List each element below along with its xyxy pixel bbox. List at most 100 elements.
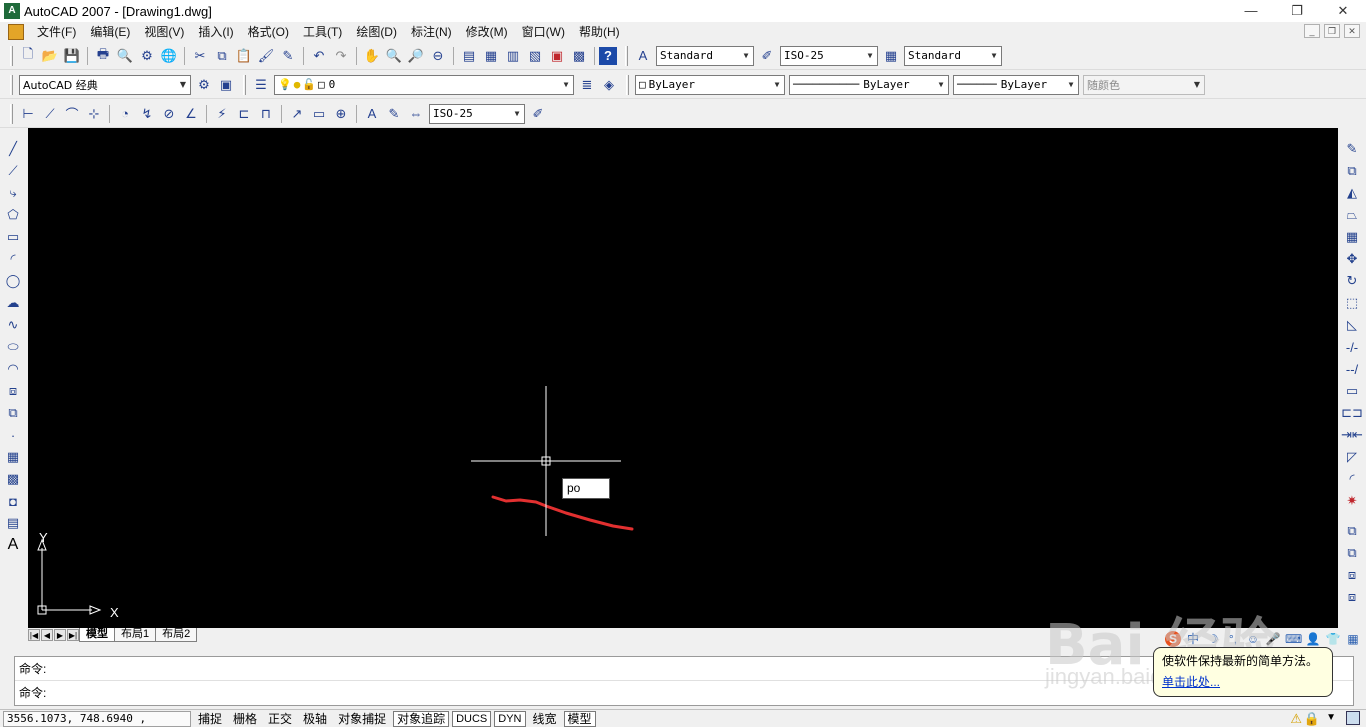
markup-icon[interactable]: ▣ — [546, 45, 568, 67]
dim-style-manager-icon[interactable]: ✐ — [527, 103, 549, 125]
dynamic-input-box[interactable]: po — [562, 478, 610, 499]
arc-length-icon[interactable]: ⌒ — [61, 103, 83, 125]
doc-close-button[interactable]: ✕ — [1344, 24, 1360, 38]
menu-draw[interactable]: 绘图(D) — [349, 22, 404, 42]
drawing-area[interactable]: X Y po — [28, 128, 1338, 628]
doc-minimize-button[interactable]: _ — [1304, 24, 1320, 38]
minimize-button[interactable]: — — [1228, 0, 1274, 22]
radius-dim-icon[interactable]: ◔ — [114, 103, 136, 125]
array-icon[interactable]: ▦ — [1341, 226, 1363, 248]
polygon-icon[interactable]: ⬠ — [2, 204, 24, 226]
last-tab-icon[interactable]: ▶| — [67, 629, 79, 641]
plot-preview-icon[interactable]: 🔍 — [114, 45, 136, 67]
properties-icon[interactable]: ▤ — [458, 45, 480, 67]
menu-format[interactable]: 格式(O) — [241, 22, 296, 42]
undo-icon[interactable]: ↶ — [308, 45, 330, 67]
zoom-previous-icon[interactable]: ⊖ — [427, 45, 449, 67]
hatch-icon[interactable]: ▦ — [2, 446, 24, 468]
close-button[interactable]: ✕ — [1320, 0, 1366, 22]
break-at-point-icon[interactable]: ▭ — [1341, 380, 1363, 402]
voice-icon[interactable]: 🎤 — [1265, 631, 1281, 647]
quick-dim-icon[interactable]: ⚡ — [211, 103, 233, 125]
clean-screen-icon[interactable] — [1346, 711, 1360, 725]
tab-layout2[interactable]: 布局2 — [155, 628, 198, 642]
web-icon[interactable]: 🌐 — [158, 45, 180, 67]
center-mark-icon[interactable]: ⊕ — [330, 103, 352, 125]
grid-toggle[interactable]: 栅格 — [229, 711, 261, 727]
table-style-select[interactable]: Standard ▼ — [904, 45, 1002, 66]
dim-style-icon[interactable]: ✐ — [756, 45, 778, 67]
menu-modify[interactable]: 修改(M) — [459, 22, 515, 42]
moon-icon[interactable]: ☽ — [1205, 631, 1221, 647]
break-icon[interactable]: ⊏⊐ — [1341, 402, 1363, 424]
offset-icon[interactable]: ⏢ — [1341, 204, 1363, 226]
dim-style-select-2[interactable]: ISO-25 ▼ — [429, 103, 525, 124]
tab-model[interactable]: 模型 — [79, 628, 115, 642]
osnap-toggle[interactable]: 对象捕捉 — [334, 711, 390, 727]
color-select[interactable]: □ ByLayer ▼ — [635, 74, 785, 95]
menu-insert[interactable]: 插入(I) — [191, 22, 240, 42]
menu-help[interactable]: 帮助(H) — [572, 22, 627, 42]
ordinate-dim-icon[interactable]: ⊹ — [83, 103, 105, 125]
toolbar-grip[interactable] — [10, 103, 13, 124]
dim-update-icon[interactable]: ⇔ — [405, 103, 427, 125]
multiline-text-icon[interactable]: A — [2, 534, 24, 556]
spline-icon[interactable]: ∿ — [2, 314, 24, 336]
publish-icon[interactable]: ⚙ — [136, 45, 158, 67]
dim-edit-icon[interactable]: A — [361, 103, 383, 125]
balloon-link[interactable]: 单击此处... — [1162, 673, 1324, 690]
warning-icon[interactable]: ⚠ — [1290, 711, 1302, 727]
fillet-icon[interactable]: ◜ — [1341, 468, 1363, 490]
toolbar-grip[interactable] — [243, 74, 246, 95]
trim-icon[interactable]: -/- — [1341, 336, 1363, 358]
menu-dimension[interactable]: 标注(N) — [404, 22, 459, 42]
calculator-icon[interactable]: ▩ — [568, 45, 590, 67]
tolerance-icon[interactable]: ▭ — [308, 103, 330, 125]
circle-icon[interactable]: ◯ — [2, 270, 24, 292]
toolbar-grip[interactable] — [626, 74, 629, 95]
coordinate-readout[interactable]: 3556.1073, 748.6940 , 0.0000 — [3, 710, 191, 727]
menu-edit[interactable]: 编辑(E) — [83, 22, 137, 42]
jogged-dim-icon[interactable]: ↯ — [136, 103, 158, 125]
lineweight-toggle[interactable]: 线宽 — [529, 711, 561, 727]
emoji-icon[interactable]: ☺ — [1245, 631, 1261, 647]
diameter-dim-icon[interactable]: ⊘ — [158, 103, 180, 125]
first-tab-icon[interactable]: |◀ — [28, 629, 40, 641]
continue-dim-icon[interactable]: ⊓ — [255, 103, 277, 125]
update-balloon[interactable]: 使软件保持最新的简单方法。 单击此处... — [1153, 647, 1333, 697]
tools-icon[interactable]: ▦ — [1345, 631, 1361, 647]
status-menu-icon[interactable]: ▼ — [1326, 712, 1336, 723]
leader-icon[interactable]: ↗ — [286, 103, 308, 125]
dim-text-edit-icon[interactable]: ✎ — [383, 103, 405, 125]
skin-icon[interactable]: 👕 — [1325, 631, 1341, 647]
revision-cloud-icon[interactable]: ☁ — [2, 292, 24, 314]
keyboard-icon[interactable]: ⌨ — [1285, 631, 1302, 647]
ime-mode-icon[interactable]: 中 — [1185, 631, 1201, 647]
linear-dim-icon[interactable]: ⊢ — [17, 103, 39, 125]
punctuation-icon[interactable]: °, — [1225, 631, 1241, 647]
join-icon[interactable]: ⇥⇤ — [1341, 424, 1363, 446]
copy-object-icon[interactable]: ⧉ — [1341, 160, 1363, 182]
otrack-toggle[interactable]: 对象追踪 — [393, 710, 450, 727]
paste-icon[interactable]: 📋 — [233, 45, 255, 67]
toolbar-lock-icon[interactable]: 🔒 — [1304, 711, 1320, 727]
match-properties-icon[interactable]: 🖌 — [255, 45, 277, 67]
restore-button[interactable]: ❐ — [1274, 0, 1320, 22]
toolbar-grip[interactable] — [10, 45, 13, 66]
tool-palettes-icon[interactable]: ▥ — [502, 45, 524, 67]
tab-layout1[interactable]: 布局1 — [114, 628, 157, 642]
block-editor-icon[interactable]: ✎ — [277, 45, 299, 67]
ellipse-icon[interactable]: ⬭ — [2, 336, 24, 358]
menu-view[interactable]: 视图(V) — [137, 22, 191, 42]
angular-dim-icon[interactable]: ∠ — [180, 103, 202, 125]
polyline-icon[interactable]: ⤷ — [2, 182, 24, 204]
doc-restore-button[interactable]: ❐ — [1324, 24, 1340, 38]
user-icon[interactable]: 👤 — [1305, 631, 1321, 647]
move-icon[interactable]: ✥ — [1341, 248, 1363, 270]
toolbar-grip[interactable] — [625, 45, 628, 66]
draw-order-front-icon[interactable]: ⧉ — [1341, 520, 1363, 542]
print-icon[interactable]: 🖶 — [92, 45, 114, 67]
sogou-input-icon[interactable]: S — [1165, 631, 1181, 647]
text-style-select[interactable]: Standard ▼ — [656, 45, 754, 66]
prev-tab-icon[interactable]: ◀ — [41, 629, 53, 641]
